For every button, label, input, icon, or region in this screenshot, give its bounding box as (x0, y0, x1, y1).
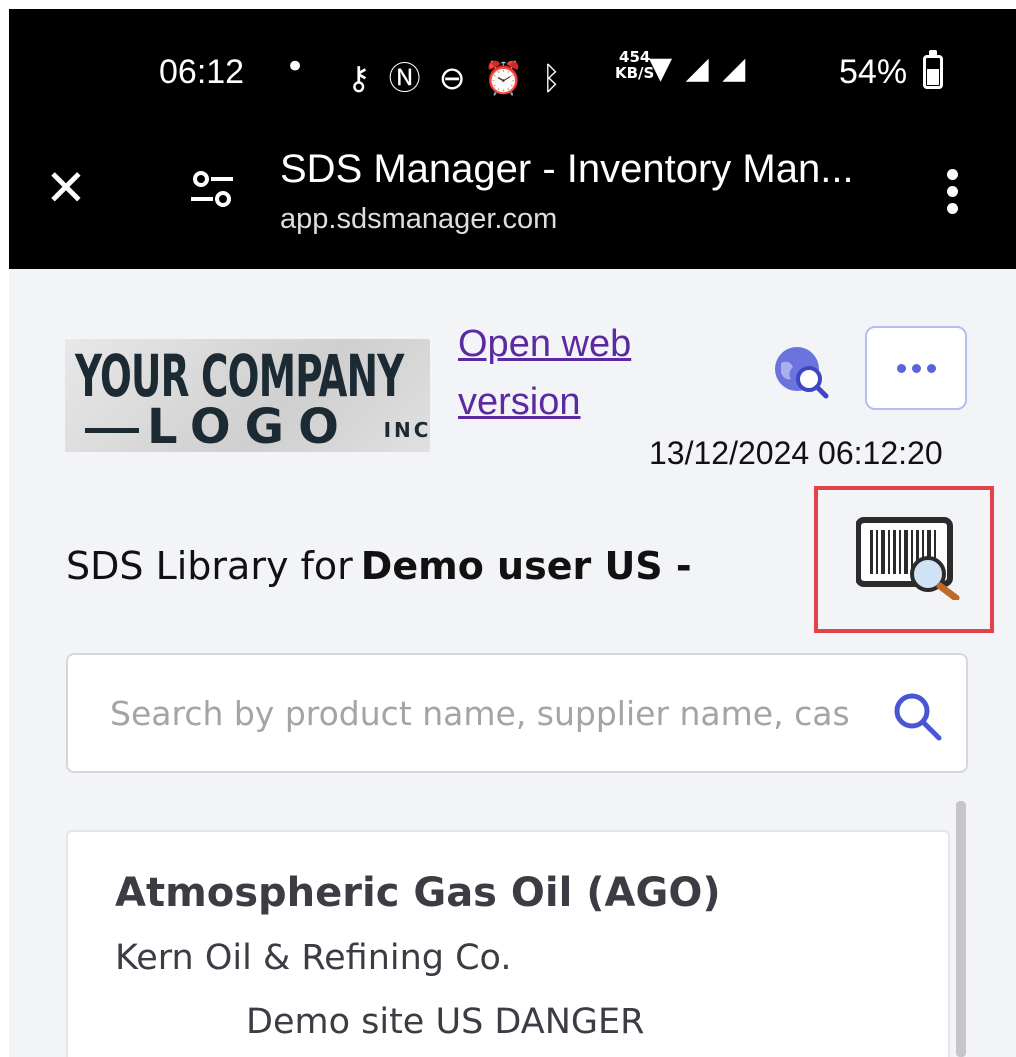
more-vertical-icon[interactable] (939, 165, 965, 225)
product-name: Atmospheric Gas Oil (AGO) (115, 870, 721, 916)
results-scrollbar[interactable] (956, 801, 966, 1057)
search-icon[interactable] (890, 689, 944, 743)
supplier-name: Kern Oil & Refining Co. (115, 938, 512, 978)
logo-line2: LOGO INC. (85, 399, 430, 452)
search-box (66, 653, 968, 773)
result-card[interactable]: Atmospheric Gas Oil (AGO) Kern Oil & Ref… (66, 830, 950, 1057)
library-heading: SDS Library for Demo user US - (66, 544, 692, 588)
timestamp: 13/12/2024 06:12:20 (649, 435, 943, 471)
alarm-icon: ⏰ (483, 59, 528, 97)
status-time: 06:12 (159, 53, 245, 91)
open-web-version-link[interactable]: Open web version (458, 315, 688, 431)
page-title: SDS Manager - Inventory Man... (280, 147, 854, 191)
bluetooth-icon: ᛒ (541, 59, 565, 97)
more-horizontal-icon[interactable] (865, 326, 967, 410)
nfc-icon: Ⓝ (388, 59, 425, 97)
search-input[interactable] (110, 655, 900, 771)
signal-roaming-icon: ◢ (685, 51, 711, 86)
signal-roaming-icon: ◢ (722, 51, 748, 86)
status-icons: ⚷ Ⓝ ⊖ ⏰ ᛒ (347, 53, 565, 99)
barcode-scan-icon[interactable] (855, 516, 968, 602)
page-url[interactable]: app.sdsmanager.com (280, 203, 557, 236)
library-label: SDS Library for (66, 544, 353, 588)
barcode-highlight (814, 486, 994, 633)
battery-percent: 54% (839, 53, 908, 91)
status-separator: • (285, 47, 306, 87)
signal-icons: ▼ ◢ ◢ (649, 51, 747, 86)
battery-icon (923, 50, 943, 89)
system-browser-bar: 06:12 • ⚷ Ⓝ ⊖ ⏰ ᛒ 454 KB/S ▼ ◢ ◢ 54% ✕ S… (9, 9, 1016, 269)
browser-toolbar: ✕ SDS Manager - Inventory Man... app.sds… (9, 139, 1016, 249)
globe-search-icon[interactable] (771, 341, 831, 401)
logo-word: LOGO (147, 399, 353, 452)
app-content: YOUR COMPANY LOGO INC. Open web version … (9, 269, 1016, 1057)
do-not-disturb-icon: ⊖ (438, 59, 470, 97)
tune-icon[interactable] (189, 169, 235, 209)
key-icon: ⚷ (347, 59, 375, 97)
close-icon[interactable]: ✕ (45, 163, 87, 213)
status-bar: 06:12 • ⚷ Ⓝ ⊖ ⏰ ᛒ 454 KB/S ▼ ◢ ◢ 54% (9, 47, 1016, 107)
library-user: Demo user US - (360, 544, 692, 588)
logo-suffix: INC. (383, 418, 430, 442)
wifi-icon: ▼ (649, 51, 675, 86)
site-label: Demo site US DANGER (246, 1002, 645, 1042)
company-logo: YOUR COMPANY LOGO INC. (65, 339, 430, 452)
